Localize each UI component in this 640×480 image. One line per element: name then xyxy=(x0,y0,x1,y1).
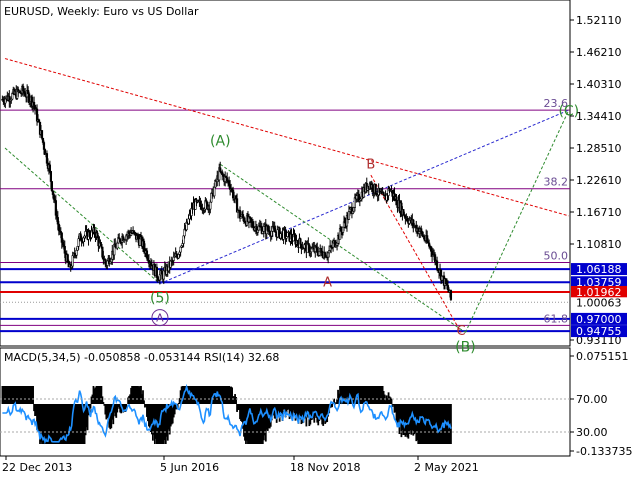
candle-body xyxy=(100,243,103,248)
current-price-label: 1.00063 xyxy=(576,296,622,309)
candle-body xyxy=(262,226,265,232)
main-panel xyxy=(0,0,571,347)
fib-level-label: 38.2 xyxy=(544,176,569,189)
y-tick-label: 1.28510 xyxy=(576,142,622,155)
candle-body xyxy=(374,183,377,195)
price-badge-label: 0.97000 xyxy=(576,313,622,326)
y-tick-label: 1.34410 xyxy=(576,110,622,123)
y-tick-label: 1.10810 xyxy=(576,238,622,251)
chart-header: EURUSD, Weekly: Euro vs US Dollar xyxy=(4,5,199,18)
fib-level-label: 61.8 xyxy=(544,312,569,325)
fib-level-label: 50.0 xyxy=(544,249,569,262)
candle-body xyxy=(213,186,216,197)
symbol-label: EURUSD xyxy=(4,5,50,18)
x-tick-label: 18 Nov 2018 xyxy=(290,461,360,474)
chart-canvas: 23.638.250.061.8 0.07515170.0030.00-0.13… xyxy=(0,0,632,474)
indicator-tick-label: -0.133735 xyxy=(576,445,632,458)
y-tick-label: 1.40310 xyxy=(576,78,622,91)
candle-body xyxy=(371,184,374,192)
indicator-tick-label: 30.00 xyxy=(576,426,608,439)
wave-label: A xyxy=(156,312,164,325)
y-tick-label: 1.22610 xyxy=(576,174,622,187)
indicator-panel xyxy=(0,347,571,457)
wave-label: (A) xyxy=(210,133,231,149)
wave-label: (5) xyxy=(150,291,170,307)
price-badge-label: 1.06188 xyxy=(576,263,622,276)
candle-body xyxy=(299,238,302,245)
candle-body xyxy=(40,130,44,139)
x-tick-label: 2 May 2021 xyxy=(414,461,479,474)
candle-body xyxy=(50,181,53,192)
indicator-tick-label: 70.00 xyxy=(576,393,608,406)
candle-body xyxy=(48,164,52,172)
x-tick-label: 22 Dec 2013 xyxy=(2,461,72,474)
candle-body xyxy=(209,201,212,210)
wave-label: C xyxy=(457,324,466,339)
candle-body xyxy=(49,171,53,182)
candle-body xyxy=(219,167,222,172)
wave-label: B xyxy=(366,158,375,173)
candle-body xyxy=(449,290,453,300)
description-label: Euro vs US Dollar xyxy=(103,5,199,18)
price-badge-label: 0.94755 xyxy=(576,325,622,338)
y-tick-label: 1.52110 xyxy=(576,14,622,27)
y-tick-label: 1.46210 xyxy=(576,46,622,59)
y-tick-label: 1.16710 xyxy=(576,206,622,219)
candle-body xyxy=(435,260,439,270)
indicator-tick-label: 0.075151 xyxy=(576,350,629,363)
timeframe-label: Weekly xyxy=(57,5,97,18)
wave-label: A xyxy=(323,275,332,290)
candle-body xyxy=(37,119,41,123)
candle-body xyxy=(106,260,109,266)
indicator-header: MACD(5,34,5) -0.050858 -0.053144 RSI(14)… xyxy=(4,351,279,364)
candle-body xyxy=(75,249,78,256)
price-badges: 1.061881.037591.019620.970000.947551.000… xyxy=(571,263,627,338)
time-axis: 22 Dec 2013 5 Jun 2016 18 Nov 2018 2 May 20… xyxy=(2,456,479,474)
wave-label: (B) xyxy=(455,339,476,355)
x-tick-label: 5 Jun 2016 xyxy=(160,461,219,474)
